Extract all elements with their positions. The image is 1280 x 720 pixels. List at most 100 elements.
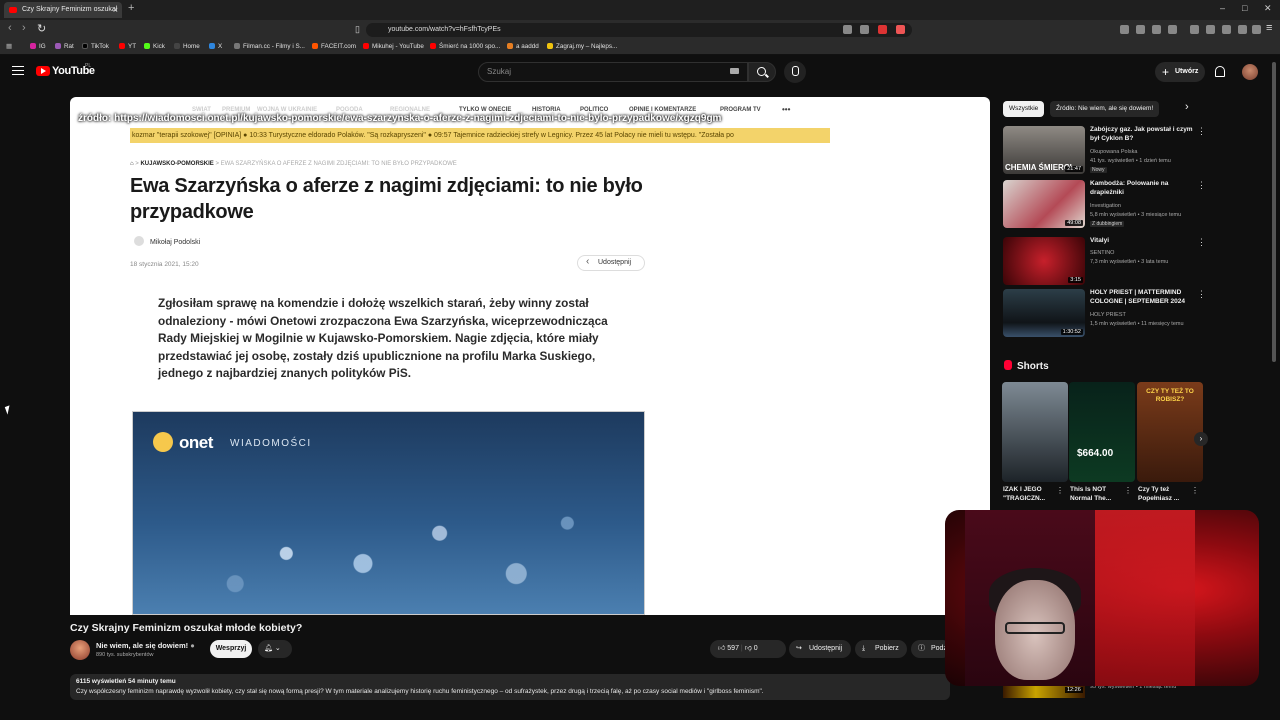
search-input[interactable]: Szukaj	[478, 62, 748, 82]
search-button[interactable]	[748, 62, 776, 82]
menu-hamburger-icon[interactable]	[12, 66, 24, 75]
recommended-video[interactable]: CHEMIA ŚMIERCI 21:47 Zabójczy gaz. Jak p…	[1003, 126, 1206, 174]
wallet-icon[interactable]	[1252, 25, 1261, 34]
chevron-right-icon[interactable]: ›	[1185, 101, 1189, 113]
recommended-video[interactable]: 3:15 Vitalyi SENTINO 7,3 mln wyświetleń …	[1003, 237, 1206, 285]
share-button[interactable]: ↪ Udostępnij	[789, 640, 851, 658]
shorts-heading: Shorts	[1004, 360, 1049, 372]
chip-source[interactable]: Źródło: Nie wiem, ale się dowiem!	[1050, 101, 1160, 117]
channel-name[interactable]: Okupowana Polska	[1090, 149, 1137, 155]
more-options-icon[interactable]: ⋮	[1197, 180, 1206, 191]
maximize-icon[interactable]: □	[1242, 3, 1247, 13]
channel-avatar[interactable]	[70, 640, 90, 660]
thumbs-up-icon[interactable]: 👍︎	[718, 645, 725, 652]
notifications-bell-icon[interactable]	[1215, 66, 1225, 77]
url-field[interactable]: youtube.com/watch?v=hFsfhTcyPEs	[366, 23, 912, 37]
bookmark-item[interactable]: a aaddd	[507, 43, 539, 50]
minimize-icon[interactable]: –	[1220, 3, 1225, 13]
more-options-icon[interactable]: ⋮	[1197, 289, 1206, 300]
address-toolbar: ‹ › ↻ ▯ youtube.com/watch?v=hFsfhTcyPEs …	[0, 20, 1280, 40]
bookmark-item[interactable]: Śmierć na 1000 spo...	[430, 43, 500, 50]
media-icon[interactable]	[1190, 25, 1199, 34]
short-title[interactable]: Czy Ty też Popełniasz ...	[1138, 486, 1192, 503]
short-thumbnail[interactable]: $664.00	[1069, 382, 1135, 482]
brave-shield-icon[interactable]	[878, 25, 887, 34]
video-title[interactable]: Zabójczy gaz. Jak powstał i czym był Cyk…	[1090, 126, 1195, 143]
bookmark-item[interactable]: Filman.cc - Filmy i S...	[234, 43, 305, 50]
back-icon[interactable]: ‹	[8, 22, 12, 34]
more-options-icon[interactable]: ⋮	[1056, 486, 1064, 495]
subscription-bell-button[interactable]: 🔔︎ ⌄	[258, 640, 292, 658]
channel-name[interactable]: SENTINO	[1090, 250, 1114, 256]
bookmark-item[interactable]: Rat	[55, 43, 74, 50]
close-tab-icon[interactable]: ×	[113, 2, 118, 18]
bookmark-item[interactable]: X	[209, 43, 222, 50]
bookmark-item[interactable]: Zagraj.my – Najleps...	[547, 43, 617, 50]
close-window-icon[interactable]: ✕	[1264, 3, 1272, 14]
chip-all[interactable]: Wszystkie	[1003, 101, 1045, 117]
menu-icon[interactable]: ≡	[1266, 22, 1272, 34]
recommended-video[interactable]: 1:30:52 HOLY PRIEST | MATTERMIND COLOGNE…	[1003, 289, 1206, 337]
browser-tab[interactable]: Czy Skrajny Feminizm oszukał ×	[4, 2, 122, 18]
like-dislike-group[interactable]: 👍︎ 597 | 👎︎ 0	[710, 640, 786, 658]
short-thumbnail[interactable]: CZY TY TEŻ TO ROBISZ?	[1137, 382, 1203, 482]
video-title: Czy Skrajny Feminizm oszukał młode kobie…	[70, 622, 303, 634]
video-thumbnail[interactable]: CHEMIA ŚMIERCI 21:47	[1003, 126, 1085, 174]
chevron-right-icon[interactable]: ›	[1194, 432, 1208, 446]
thumbs-down-icon[interactable]: 👎︎	[745, 645, 752, 652]
voice-search-icon[interactable]	[784, 61, 806, 83]
bookmark-item[interactable]: TikTok	[82, 43, 109, 50]
download-button[interactable]: ⤓ Pobierz	[855, 640, 907, 658]
home-icon: ⌂	[130, 161, 134, 167]
short-title[interactable]: This Is NOT Normal The...	[1070, 486, 1124, 503]
extension-icon[interactable]	[1238, 25, 1247, 34]
more-options-icon[interactable]: ⋮	[1197, 126, 1206, 137]
rewards-icon[interactable]	[896, 25, 905, 34]
create-button[interactable]: Utwórz	[1155, 62, 1205, 82]
short-thumbnail[interactable]	[1002, 382, 1068, 482]
bookmark-item[interactable]: YT	[119, 43, 136, 50]
channel-name[interactable]: Nie wiem, ale się dowiem! ●	[96, 641, 195, 650]
extension-icon[interactable]	[1152, 25, 1161, 34]
description-box[interactable]: 6115 wyświetleń 54 minuty temu Czy współ…	[70, 674, 950, 700]
account-avatar[interactable]	[1242, 64, 1258, 80]
more-options-icon[interactable]: ⋮	[1124, 486, 1132, 495]
sidebar-icon[interactable]	[1206, 25, 1215, 34]
video-thumbnail[interactable]: 3:15	[1003, 237, 1085, 285]
bookmark-item[interactable]: Mikuhej - YouTube	[363, 43, 424, 50]
more-options-icon[interactable]: ⋮	[1191, 486, 1199, 495]
channel-name[interactable]: Investigation	[1090, 203, 1121, 209]
bookmark-icon[interactable]: ▯	[355, 24, 360, 35]
video-player[interactable]: SWIAT PREMIUM WOJNA W UKRAINIE POGODA RE…	[70, 97, 990, 615]
channel-name[interactable]: HOLY PRIEST	[1090, 312, 1126, 318]
browser-tab-bar: Czy Skrajny Feminizm oszukał × + – □ ✕	[0, 0, 1280, 20]
video-title[interactable]: Kambodża: Polowanie na drapieżniki	[1090, 180, 1195, 197]
video-thumbnail[interactable]: 1:30:52	[1003, 289, 1085, 337]
video-thumbnail[interactable]: 49:08	[1003, 180, 1085, 228]
youtube-logo-icon[interactable]	[36, 66, 50, 76]
extension-icon[interactable]	[1136, 25, 1145, 34]
more-options-icon[interactable]: ⋮	[1197, 237, 1206, 248]
keyboard-icon[interactable]	[730, 68, 739, 74]
apps-grid-icon[interactable]: ▦	[6, 43, 12, 50]
like-count: 597	[727, 645, 739, 652]
video-title[interactable]: Vitalyi	[1090, 237, 1195, 246]
bookmark-item[interactable]: IG	[30, 43, 46, 50]
support-button[interactable]: Wesprzyj	[210, 640, 252, 658]
extension-icon[interactable]	[860, 25, 869, 34]
bookmark-item[interactable]: FACEIT.com	[312, 43, 356, 50]
search-icon	[757, 67, 766, 76]
bookmark-item[interactable]: Home	[174, 43, 200, 50]
new-tab-button[interactable]: +	[128, 2, 134, 14]
extension-icon[interactable]	[843, 25, 852, 34]
extension-icon[interactable]	[1168, 25, 1177, 34]
extension-icon[interactable]	[1222, 25, 1231, 34]
forward-icon[interactable]: ›	[22, 22, 26, 34]
short-title[interactable]: IZAK I JEGO "TRAGICZN...	[1003, 486, 1057, 503]
video-title[interactable]: HOLY PRIEST | MATTERMIND COLOGNE | SEPTE…	[1090, 289, 1195, 306]
recommended-video[interactable]: 49:08 Kambodża: Polowanie na drapieżniki…	[1003, 180, 1206, 228]
bookmark-item[interactable]: Kick	[144, 43, 165, 50]
page-scrollbar[interactable]	[1272, 62, 1276, 362]
reload-icon[interactable]: ↻	[37, 22, 46, 35]
extension-icon[interactable]	[1120, 25, 1129, 34]
